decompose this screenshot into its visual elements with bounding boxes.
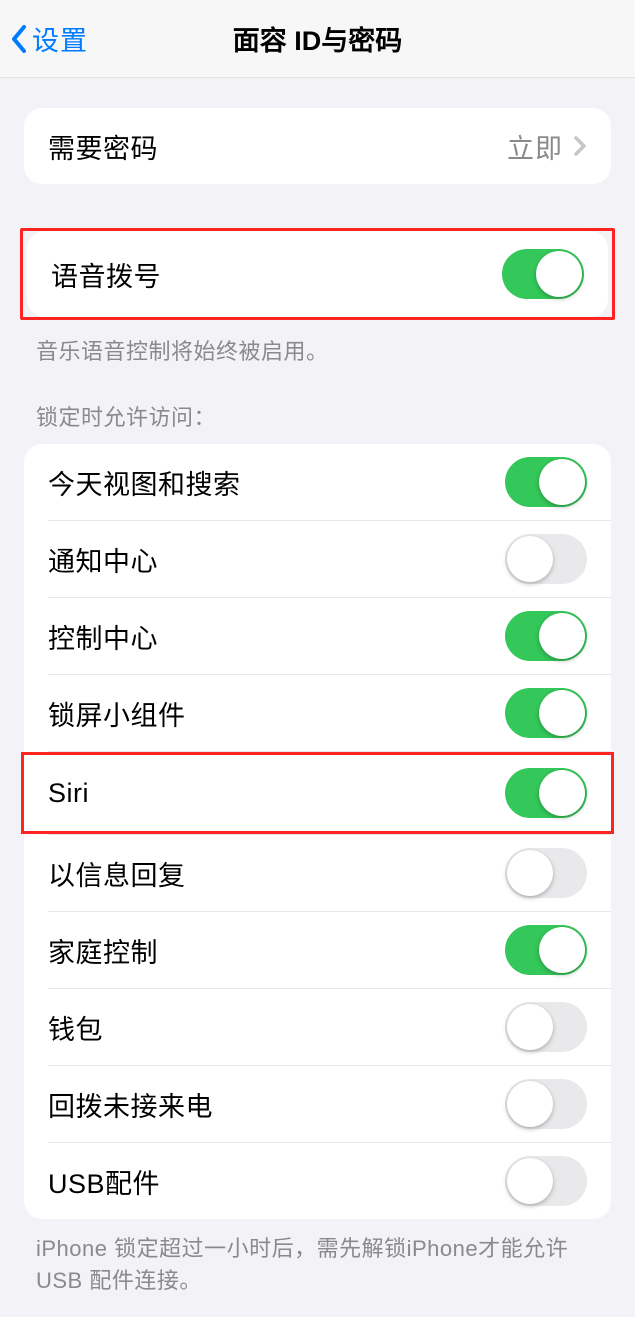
today-view-row: 今天视图和搜索 bbox=[24, 444, 611, 520]
usb-footer: iPhone 锁定超过一小时后，需先解锁iPhone才能允许USB 配件连接。 bbox=[0, 1219, 635, 1317]
back-button[interactable]: 设置 bbox=[0, 19, 88, 58]
lock-access-group: 今天视图和搜索 通知中心 控制中心 锁屏小组件 Siri 以信息回复 bbox=[24, 444, 611, 1219]
today-view-label: 今天视图和搜索 bbox=[48, 463, 241, 502]
wallet-row: 钱包 bbox=[24, 989, 611, 1065]
voice-dial-group: 语音拨号 bbox=[27, 231, 608, 317]
return-call-row: 回拨未接来电 bbox=[24, 1066, 611, 1142]
home-control-label: 家庭控制 bbox=[48, 931, 158, 970]
lock-access-header: 锁定时允许访问： bbox=[0, 366, 635, 444]
wallet-toggle[interactable] bbox=[505, 1002, 587, 1052]
control-center-row: 控制中心 bbox=[24, 598, 611, 674]
home-control-toggle[interactable] bbox=[505, 925, 587, 975]
control-center-toggle[interactable] bbox=[505, 611, 587, 661]
usb-label: USB配件 bbox=[48, 1162, 160, 1201]
voice-dial-row: 语音拨号 bbox=[27, 231, 608, 317]
siri-row: Siri bbox=[24, 755, 611, 831]
usb-row: USB配件 bbox=[24, 1143, 611, 1219]
home-control-row: 家庭控制 bbox=[24, 912, 611, 988]
page-title: 面容 ID与密码 bbox=[0, 19, 635, 58]
chevron-right-icon bbox=[573, 134, 587, 158]
return-call-toggle[interactable] bbox=[505, 1079, 587, 1129]
lock-widgets-label: 锁屏小组件 bbox=[48, 694, 186, 733]
control-center-label: 控制中心 bbox=[48, 617, 158, 656]
reply-message-label: 以信息回复 bbox=[48, 854, 186, 893]
require-passcode-row[interactable]: 需要密码 立即 bbox=[24, 108, 611, 184]
notification-center-toggle[interactable] bbox=[505, 534, 587, 584]
wallet-label: 钱包 bbox=[48, 1008, 103, 1047]
voice-dial-label: 语音拨号 bbox=[51, 255, 161, 294]
reply-message-toggle[interactable] bbox=[505, 848, 587, 898]
lock-widgets-toggle[interactable] bbox=[505, 688, 587, 738]
siri-highlight: Siri bbox=[21, 752, 614, 834]
reply-message-row: 以信息回复 bbox=[24, 835, 611, 911]
require-passcode-value: 立即 bbox=[507, 127, 563, 166]
voice-dial-highlight: 语音拨号 bbox=[20, 228, 615, 320]
siri-label: Siri bbox=[48, 778, 89, 809]
today-view-toggle[interactable] bbox=[505, 457, 587, 507]
chevron-left-icon bbox=[8, 21, 30, 57]
lock-widgets-row: 锁屏小组件 bbox=[24, 675, 611, 751]
return-call-label: 回拨未接来电 bbox=[48, 1085, 213, 1124]
require-passcode-group: 需要密码 立即 bbox=[24, 108, 611, 184]
siri-toggle[interactable] bbox=[505, 768, 587, 818]
nav-bar: 设置 面容 ID与密码 bbox=[0, 0, 635, 78]
usb-toggle[interactable] bbox=[505, 1156, 587, 1206]
notification-center-row: 通知中心 bbox=[24, 521, 611, 597]
voice-dial-toggle[interactable] bbox=[502, 249, 584, 299]
require-passcode-label: 需要密码 bbox=[48, 127, 158, 166]
notification-center-label: 通知中心 bbox=[48, 540, 158, 579]
back-label: 设置 bbox=[32, 19, 88, 58]
voice-dial-footer: 音乐语音控制将始终被启用。 bbox=[0, 320, 635, 366]
